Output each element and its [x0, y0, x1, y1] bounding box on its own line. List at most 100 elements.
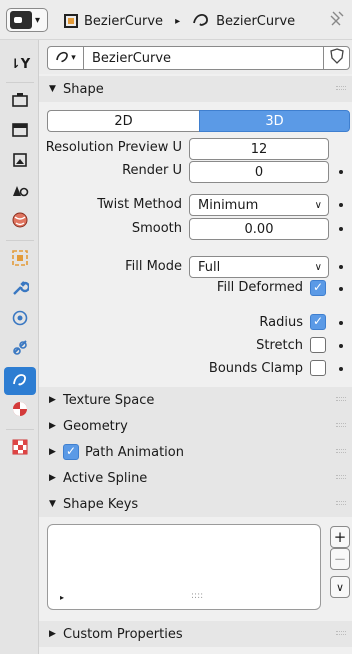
- material-icon: [11, 400, 29, 422]
- keyframe-dot[interactable]: [339, 170, 343, 174]
- keyframe-dot[interactable]: [339, 344, 343, 348]
- panel-path-animation-header[interactable]: ▶ Path Animation: [39, 439, 352, 465]
- radius-checkbox[interactable]: [310, 314, 326, 330]
- chevron-down-icon: ▾: [35, 14, 41, 26]
- tab-scene[interactable]: [4, 178, 36, 206]
- resolution-preview-u-field[interactable]: 12: [189, 138, 329, 160]
- tab-data[interactable]: [4, 367, 36, 395]
- keyframe-dot[interactable]: [339, 203, 343, 207]
- drag-grip-icon[interactable]: [336, 86, 346, 90]
- dimensions-3d-label: 3D: [265, 113, 284, 129]
- fill-mode-select[interactable]: Full ∨: [189, 256, 329, 278]
- stretch-checkbox[interactable]: [310, 337, 326, 353]
- smooth-value: 0.00: [244, 221, 274, 237]
- tab-physics[interactable]: [4, 306, 36, 334]
- panel-texture-space-header[interactable]: ▶ Texture Space: [39, 387, 352, 413]
- render-icon: [11, 92, 29, 112]
- shield-icon: [329, 48, 344, 68]
- drag-grip-icon[interactable]: [336, 631, 346, 635]
- fill-mode-label: Fill Mode: [125, 259, 182, 274]
- shape-key-specials-button[interactable]: ∨: [330, 576, 350, 598]
- remove-shape-key-button[interactable]: −: [330, 548, 350, 570]
- tab-object[interactable]: [4, 246, 36, 274]
- breadcrumb-object[interactable]: BezierCurve: [84, 14, 163, 29]
- shape-keys-list[interactable]: ▸ ::::: [47, 524, 321, 610]
- bounds-clamp-checkbox[interactable]: [310, 360, 326, 376]
- fill-deformed-label: Fill Deformed: [216, 280, 303, 295]
- drag-grip-icon[interactable]: [336, 501, 346, 505]
- object-icon: [64, 14, 78, 28]
- triangle-right-icon: ▶: [49, 421, 56, 431]
- tab-tool[interactable]: ⇂Y: [4, 50, 36, 78]
- list-expand-icon[interactable]: ▸: [60, 593, 64, 602]
- keyframe-dot[interactable]: [339, 367, 343, 371]
- panel-shape-title: Shape: [63, 81, 104, 97]
- wrench-icon: [11, 279, 31, 301]
- panel-shape-header[interactable]: ▼ Shape: [39, 76, 352, 102]
- path-animation-checkbox[interactable]: [63, 444, 79, 460]
- triangle-right-icon: ▶: [49, 447, 56, 457]
- object-icon: [11, 249, 29, 271]
- tab-render[interactable]: [4, 88, 36, 116]
- smooth-field[interactable]: 0.00: [189, 218, 329, 240]
- keyframe-dot[interactable]: [339, 265, 343, 269]
- twist-method-select[interactable]: Minimum ∨: [189, 194, 329, 216]
- fill-deformed-checkbox[interactable]: [310, 280, 326, 296]
- world-icon: [11, 211, 29, 233]
- dimensions-3d-button[interactable]: 3D: [199, 110, 350, 132]
- plus-icon: +: [333, 528, 347, 546]
- chevron-down-icon: ∨: [335, 580, 345, 594]
- bounds-clamp-label: Bounds Clamp: [208, 361, 303, 376]
- curve-icon: [55, 49, 71, 67]
- tab-view-layer[interactable]: [4, 148, 36, 176]
- dimensions-2d-button[interactable]: 2D: [47, 110, 199, 132]
- properties-editor-icon: [10, 11, 32, 29]
- add-shape-key-button[interactable]: +: [330, 526, 350, 548]
- datablock-name[interactable]: BezierCurve: [84, 51, 323, 66]
- datablock-selector[interactable]: ▾ BezierCurve: [47, 46, 350, 70]
- keyframe-dot[interactable]: [339, 227, 343, 231]
- minus-icon: −: [333, 550, 347, 568]
- datablock-browse-button[interactable]: ▾: [48, 47, 84, 69]
- panel-shape-keys-header[interactable]: ▼ Shape Keys: [39, 491, 352, 517]
- drag-grip-icon[interactable]: [336, 475, 346, 479]
- scene-icon: [11, 182, 29, 202]
- tab-world[interactable]: [4, 208, 36, 236]
- keyframe-dot[interactable]: [339, 321, 343, 325]
- pin-icon[interactable]: [328, 10, 344, 32]
- tab-material[interactable]: [4, 397, 36, 425]
- output-icon: [11, 122, 29, 142]
- chevron-down-icon: ▾: [71, 53, 76, 63]
- panel-custom-properties-title: Custom Properties: [63, 626, 183, 642]
- panel-path-animation-title: Path Animation: [85, 444, 184, 460]
- editor-type-button[interactable]: ▾: [6, 8, 48, 32]
- render-u-value: 0: [254, 164, 264, 180]
- properties-tab-column: ⇂Y: [0, 40, 39, 654]
- drag-grip-icon[interactable]: [336, 397, 346, 401]
- twist-method-value: Minimum: [198, 197, 259, 213]
- tab-constraints[interactable]: [4, 336, 36, 364]
- resolution-preview-u-value: 12: [250, 141, 268, 157]
- render-u-field[interactable]: 0: [189, 161, 329, 183]
- texture-icon: [11, 438, 29, 460]
- triangle-right-icon: ▶: [49, 629, 56, 639]
- breadcrumb: BezierCurve ▸ BezierCurve: [64, 11, 295, 31]
- panel-active-spline-header[interactable]: ▶ Active Spline: [39, 465, 352, 491]
- properties-header: ▾ BezierCurve ▸ BezierCurve: [0, 0, 352, 40]
- tab-modifiers[interactable]: [4, 276, 36, 304]
- tool-icon: ⇂Y: [9, 56, 31, 72]
- list-resize-grip[interactable]: ::::: [191, 591, 203, 601]
- tab-output[interactable]: [4, 118, 36, 146]
- panel-custom-properties-header[interactable]: ▶ Custom Properties: [39, 621, 352, 647]
- dimensions-2d-label: 2D: [114, 113, 133, 129]
- fake-user-button[interactable]: [323, 47, 349, 69]
- breadcrumb-separator: ▸: [175, 15, 181, 27]
- fill-mode-value: Full: [198, 259, 221, 275]
- panel-geometry-header[interactable]: ▶ Geometry: [39, 413, 352, 439]
- tab-texture[interactable]: [4, 435, 36, 463]
- drag-grip-icon[interactable]: [336, 423, 346, 427]
- breadcrumb-data[interactable]: BezierCurve: [216, 14, 295, 29]
- keyframe-dot[interactable]: [339, 287, 343, 291]
- panel-geometry-title: Geometry: [63, 418, 128, 434]
- drag-grip-icon[interactable]: [336, 449, 346, 453]
